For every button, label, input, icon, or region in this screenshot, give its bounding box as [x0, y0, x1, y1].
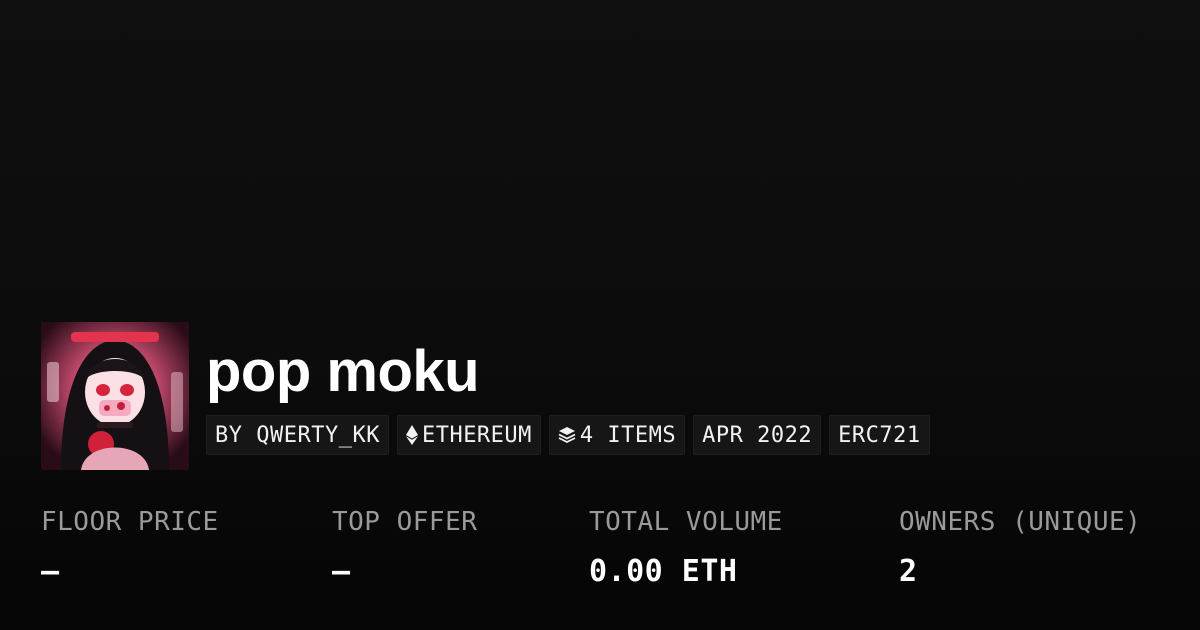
collection-meta-chips: BY QWERTY_KK ETHEREUM 4 ITEMS APR 2022 E… [206, 415, 930, 455]
created-date-chip-label: APR 2022 [702, 422, 813, 448]
token-standard-chip: ERC721 [829, 415, 930, 455]
creator-chip-label: BY QWERTY_KK [215, 422, 380, 448]
items-chip-label: 4 ITEMS [579, 422, 677, 448]
stat-top-offer-label: TOP OFFER [332, 507, 478, 537]
stat-top-offer-value: — [332, 554, 351, 589]
created-date-chip: APR 2022 [693, 415, 822, 455]
collection-title: pop moku [206, 339, 480, 404]
layers-icon [558, 426, 576, 444]
stat-top-offer: TOP OFFER — [332, 505, 477, 590]
stat-total-volume-value: 0.00 ETH [589, 554, 738, 589]
stat-total-volume: TOTAL VOLUME 0.00 ETH [589, 505, 783, 590]
stat-owners-label: OWNERS (UNIQUE) [899, 507, 1142, 537]
stat-floor-price: FLOOR PRICE — [41, 505, 219, 590]
stat-owners-value: 2 [899, 554, 918, 589]
chain-chip: ETHEREUM [396, 415, 541, 455]
chain-chip-label: ETHEREUM [421, 422, 532, 448]
stat-floor-price-label: FLOOR PRICE [41, 507, 219, 537]
stat-owners: OWNERS (UNIQUE) 2 [899, 505, 1141, 590]
stat-floor-price-value: — [41, 554, 60, 589]
collection-avatar [41, 322, 189, 470]
items-chip: 4 ITEMS [548, 415, 686, 455]
ethereum-icon [405, 425, 418, 445]
collection-avatar-image [41, 322, 189, 470]
creator-chip[interactable]: BY QWERTY_KK [206, 415, 389, 455]
stat-total-volume-label: TOTAL VOLUME [589, 507, 783, 537]
token-standard-chip-label: ERC721 [838, 422, 921, 448]
